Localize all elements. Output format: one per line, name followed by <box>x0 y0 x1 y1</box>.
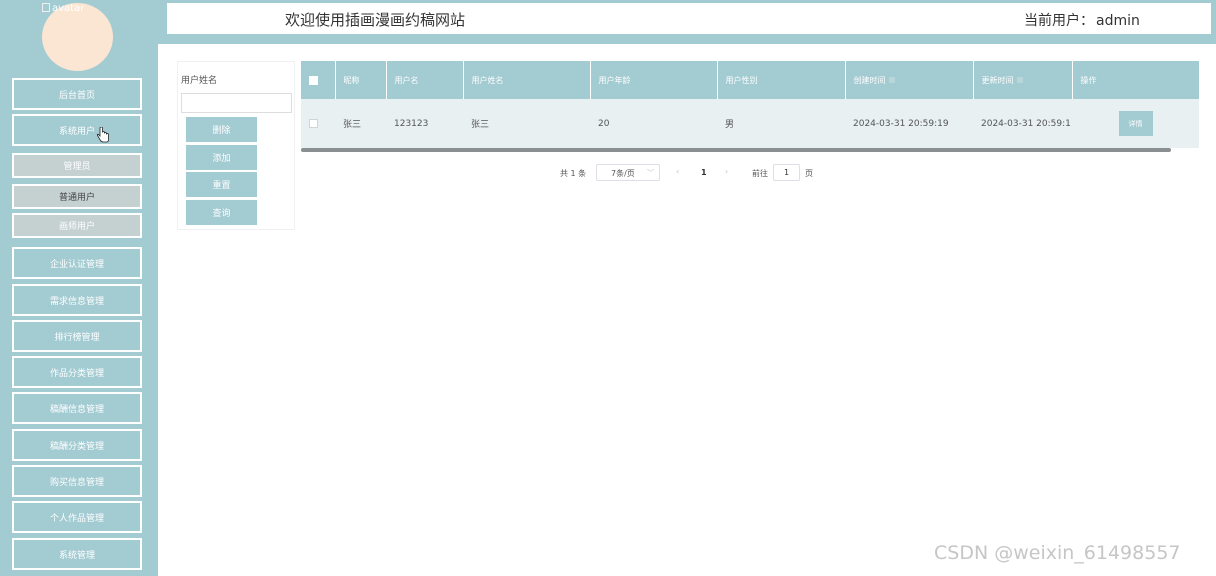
column-header-label: 创建时间 <box>853 75 886 85</box>
sidebar-item-label: 购买信息管理 <box>49 477 104 488</box>
avatar-alt-text: avatar <box>52 3 85 14</box>
sidebar-item-label: 稿酬信息管理 <box>49 404 104 415</box>
cell-gender: 男 <box>717 99 845 148</box>
goto-label: 前往 <box>752 169 768 178</box>
cell-actions: 详情 <box>1072 99 1199 148</box>
sidebar-item-label: 作品分类管理 <box>49 368 104 379</box>
column-header-label: 更新时间 <box>981 75 1014 85</box>
page-size-value: 7条/页 <box>611 169 635 178</box>
column-header-age: 用户年龄 <box>590 61 718 99</box>
avatar-broken-image: avatar <box>42 3 84 14</box>
column-header-updated[interactable]: 更新时间 <box>973 61 1073 99</box>
sidebar-subitem-label: 画师用户 <box>58 222 95 232</box>
cell-username: 123123 <box>386 99 463 148</box>
sidebar-subitem-admin[interactable]: 管理员 <box>12 153 142 178</box>
sidebar-item-label: 需求信息管理 <box>49 296 104 307</box>
pagination-total: 共 1 条 <box>560 169 587 178</box>
sidebar-item-fee-info[interactable]: 稿酬信息管理 <box>12 392 142 424</box>
cell-nickname: 张三 <box>335 99 386 148</box>
delete-button[interactable]: 删除 <box>186 117 257 142</box>
table-header-row: 昵称 用户名 用户姓名 用户年龄 用户性别 创建时间 更新时间 操作 <box>301 61 1199 99</box>
cell-updated: 2024-03-31 20:59:1 <box>973 99 1072 148</box>
sidebar-item-label: 稿酬分类管理 <box>49 441 104 452</box>
add-button[interactable]: 添加 <box>186 145 257 170</box>
header: 欢迎使用插画漫画约稿网站 当前用户： admin <box>166 2 1212 35</box>
column-header-nickname: 昵称 <box>335 61 387 99</box>
sidebar-item-home[interactable]: 后台首页 <box>12 78 142 110</box>
column-header-label: 用户年龄 <box>598 75 631 85</box>
current-user-label: 当前用户： <box>1024 13 1094 29</box>
sidebar-item-label: 个人作品管理 <box>49 513 104 524</box>
row-select-cell <box>301 99 335 148</box>
row-checkbox[interactable] <box>309 118 318 128</box>
select-all-header <box>301 61 336 99</box>
column-header-created[interactable]: 创建时间 <box>845 61 974 99</box>
sidebar-item-label: 企业认证管理 <box>49 259 104 270</box>
page-size-select[interactable]: 7条/页 ﹀ <box>596 164 660 181</box>
sidebar-subitem-label: 管理员 <box>63 162 91 172</box>
reset-button[interactable]: 重置 <box>186 172 257 197</box>
select-all-checkbox[interactable] <box>309 75 318 85</box>
column-header-actions: 操作 <box>1072 61 1199 99</box>
sort-icon[interactable] <box>888 77 895 83</box>
site-title: 欢迎使用插画漫画约稿网站 <box>285 11 466 29</box>
sidebar-item-system-management[interactable]: 系统管理 <box>12 538 142 570</box>
column-header-username: 用户名 <box>386 61 464 99</box>
sidebar-subitem-artist-user[interactable]: 画师用户 <box>12 213 142 238</box>
sidebar-item-system-users[interactable]: 系统用户 <box>12 114 142 146</box>
sidebar-item-label: 系统管理 <box>58 550 95 561</box>
hand-cursor-icon <box>96 127 109 143</box>
cell-age: 20 <box>590 99 717 148</box>
table-row: 张三 123123 张三 20 男 2024-03-31 20:59:19 20… <box>301 99 1199 148</box>
sidebar-item-label: 系统用户 <box>58 126 95 137</box>
sidebar-item-label: 后台首页 <box>58 90 95 101</box>
search-label: 用户姓名 <box>181 76 218 86</box>
chevron-down-icon: ﹀ <box>647 169 654 177</box>
query-button[interactable]: 查询 <box>186 200 257 225</box>
cell-created: 2024-03-31 20:59:19 <box>845 99 973 148</box>
page-number-current[interactable]: 1 <box>701 168 707 177</box>
sidebar-item-personal-works[interactable]: 个人作品管理 <box>12 501 142 533</box>
search-name-input[interactable] <box>181 93 292 113</box>
sidebar-item-ranking[interactable]: 排行榜管理 <box>12 320 142 352</box>
sidebar: avatar 后台首页 系统用户 管理员 普通用户 画师用户 企业认证管理 需求… <box>0 0 158 576</box>
column-header-gender: 用户性别 <box>717 61 846 99</box>
sidebar-item-enterprise-auth[interactable]: 企业认证管理 <box>12 247 142 279</box>
watermark: CSDN @weixin_61498557 <box>934 542 1181 564</box>
current-user-name: admin <box>1096 13 1140 29</box>
sort-icon[interactable] <box>1016 77 1023 83</box>
sidebar-subitem-normal-user[interactable]: 普通用户 <box>12 184 142 209</box>
user-table: 昵称 用户名 用户姓名 用户年龄 用户性别 创建时间 更新时间 操作 张三 12… <box>301 61 1199 155</box>
broken-image-icon <box>42 3 50 12</box>
column-header-label: 用户性别 <box>725 75 758 85</box>
cell-realname: 张三 <box>463 99 590 148</box>
sidebar-subitem-label: 普通用户 <box>58 193 95 203</box>
search-panel: 用户姓名 删除 添加 重置 查询 <box>177 61 295 230</box>
goto-page-suffix: 页 <box>805 169 813 178</box>
detail-button[interactable]: 详情 <box>1118 111 1153 136</box>
sidebar-item-work-category[interactable]: 作品分类管理 <box>12 356 142 388</box>
next-page-icon[interactable]: › <box>725 167 728 176</box>
column-header-label: 昵称 <box>343 75 360 85</box>
column-header-realname: 用户姓名 <box>463 61 591 99</box>
sidebar-item-purchase-info[interactable]: 购买信息管理 <box>12 465 142 497</box>
sidebar-item-fee-category[interactable]: 稿酬分类管理 <box>12 429 142 461</box>
sidebar-item-demand-info[interactable]: 需求信息管理 <box>12 284 142 316</box>
column-header-label: 用户名 <box>394 75 419 85</box>
column-header-label: 操作 <box>1080 75 1097 85</box>
goto-page-input[interactable]: 1 <box>773 164 800 181</box>
column-header-label: 用户姓名 <box>471 75 504 85</box>
sidebar-item-label: 排行榜管理 <box>54 332 100 343</box>
table-horizontal-scrollbar[interactable] <box>301 148 1171 152</box>
current-user: 当前用户： admin <box>1024 10 1140 30</box>
prev-page-icon[interactable]: ‹ <box>676 167 679 176</box>
